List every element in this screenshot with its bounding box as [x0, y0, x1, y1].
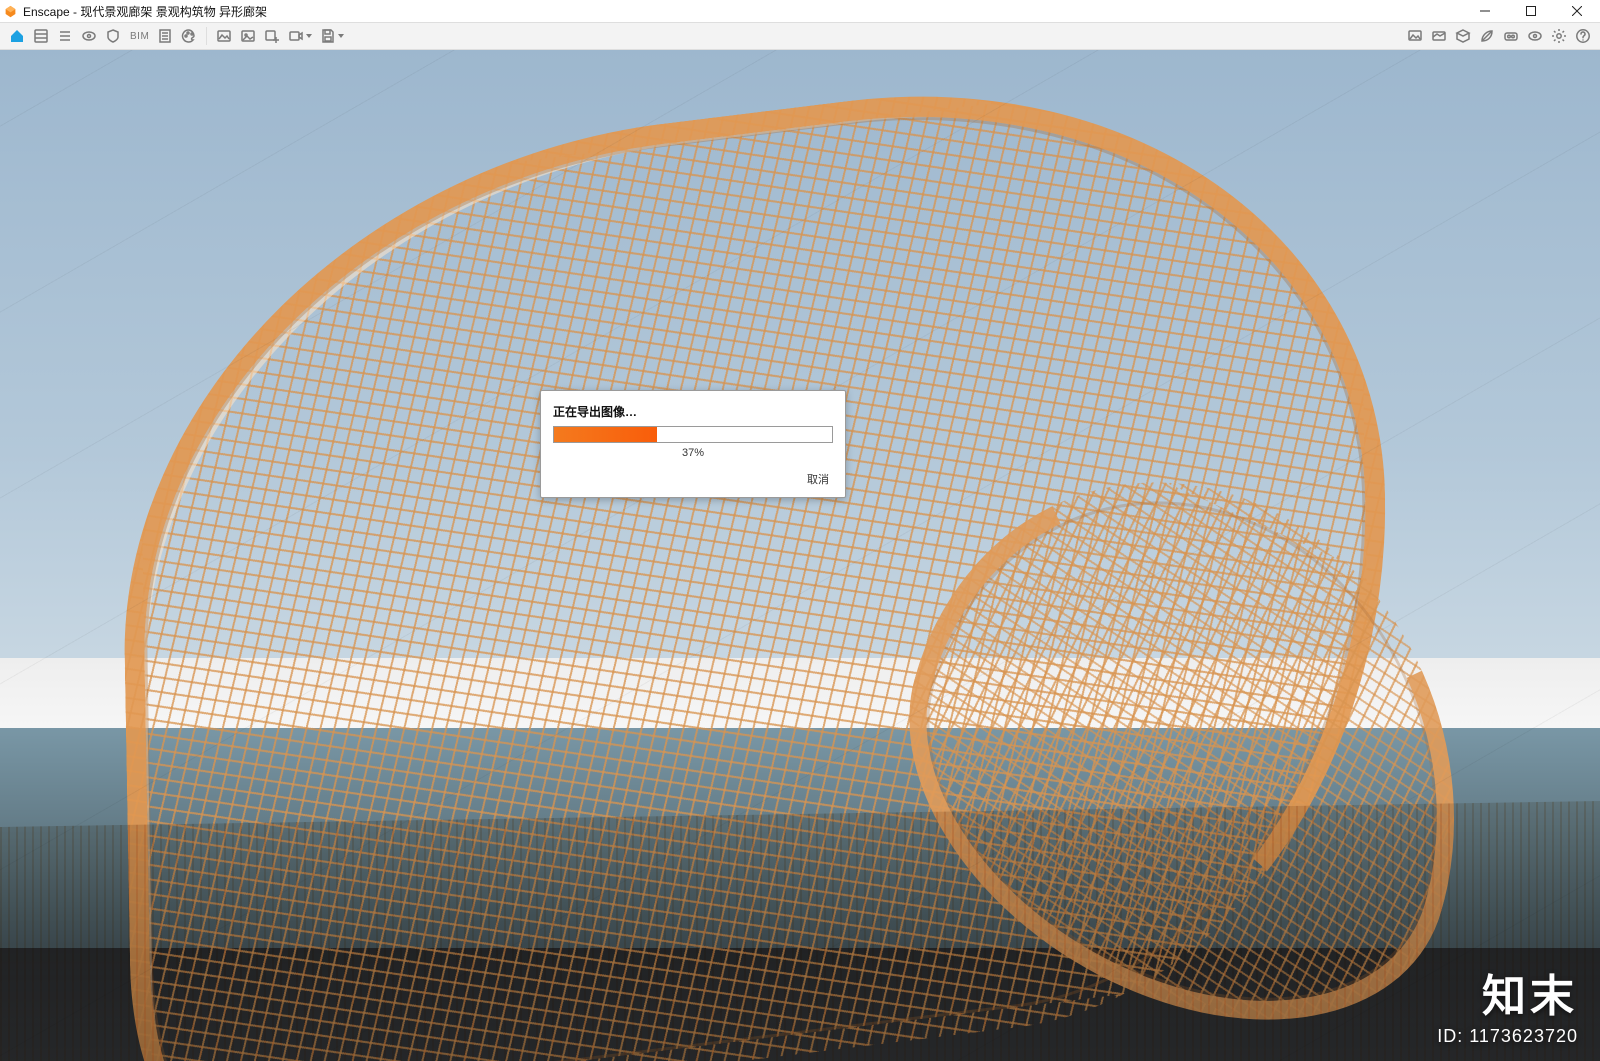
visual-settings-icon[interactable] — [1524, 26, 1546, 46]
save-icon[interactable] — [317, 26, 347, 46]
help-icon[interactable] — [1572, 26, 1594, 46]
asset-library-icon[interactable] — [1452, 26, 1474, 46]
window-title: Enscape - 现代景观廊架 景观构筑物 异形廊架 — [23, 3, 267, 20]
panorama-icon[interactable] — [1428, 26, 1450, 46]
image-icon[interactable] — [237, 26, 259, 46]
export-progress-bar — [553, 426, 833, 443]
brand-name: 知末 — [1437, 960, 1578, 1024]
export-progress-percent: 37% — [553, 447, 833, 459]
app-name: Enscape — [23, 5, 70, 19]
chevron-down-icon — [306, 34, 312, 38]
settings-icon[interactable] — [1548, 26, 1570, 46]
close-button[interactable] — [1554, 0, 1600, 22]
export-progress-label: 正在导出图像… — [553, 403, 833, 420]
add-image-icon[interactable] — [261, 26, 283, 46]
reveal-icon[interactable] — [78, 26, 100, 46]
titlebar: Enscape - 现代景观廊架 景观构筑物 异形廊架 — [0, 0, 1600, 22]
brand-watermark: 知末 ID: 1173623720 — [1437, 960, 1578, 1047]
views-icon[interactable] — [30, 26, 52, 46]
toolbar-separator — [206, 27, 207, 45]
layers-icon[interactable] — [154, 26, 176, 46]
export-progress-dialog: 正在导出图像… 37% 取消 — [540, 390, 846, 498]
home-icon[interactable] — [6, 26, 28, 46]
list-icon[interactable] — [54, 26, 76, 46]
scene-reflection — [0, 801, 1600, 1061]
cancel-button[interactable]: 取消 — [803, 469, 833, 489]
safeframe-icon[interactable] — [102, 26, 124, 46]
minimize-button[interactable] — [1462, 0, 1508, 22]
toolbar-right — [1404, 26, 1594, 46]
main-toolbar: BIM — [0, 22, 1600, 50]
vr-icon[interactable] — [1500, 26, 1522, 46]
bim-icon[interactable]: BIM — [126, 26, 152, 46]
screenshot-icon[interactable] — [213, 26, 235, 46]
maximize-button[interactable] — [1508, 0, 1554, 22]
app-icon — [4, 5, 17, 18]
video-icon[interactable] — [285, 26, 315, 46]
presentation-icon[interactable] — [1404, 26, 1426, 46]
leaf-icon[interactable] — [1476, 26, 1498, 46]
brand-id: ID: 1173623720 — [1437, 1026, 1578, 1047]
palette-icon[interactable] — [178, 26, 200, 46]
export-progress-fill — [554, 427, 657, 442]
toolbar-left: BIM — [6, 26, 347, 46]
chevron-down-icon — [338, 34, 344, 38]
render-viewport — [0, 48, 1600, 1061]
document-title: 现代景观廊架 景观构筑物 异形廊架 — [80, 5, 267, 19]
